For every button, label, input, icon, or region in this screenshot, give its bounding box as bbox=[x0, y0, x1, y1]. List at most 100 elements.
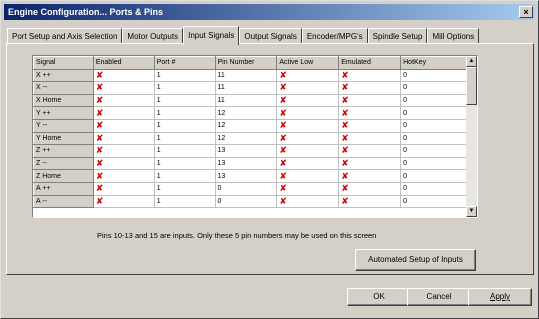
col-header-pin-number[interactable]: Pin Number bbox=[214, 56, 278, 70]
cell-enabled[interactable]: ✘ bbox=[92, 118, 155, 133]
tab-spindle-setup[interactable]: Spindle Setup bbox=[367, 28, 428, 44]
cell-pin-number[interactable]: 0 bbox=[214, 194, 278, 209]
cell-active-low[interactable]: ✘ bbox=[276, 106, 340, 120]
cell-port[interactable]: 1 bbox=[153, 131, 216, 146]
cell-enabled[interactable]: ✘ bbox=[92, 81, 155, 95]
tab-output-signals[interactable]: Output Signals bbox=[239, 28, 302, 44]
cell-emulated[interactable]: ✘ bbox=[338, 68, 402, 83]
cell-port[interactable]: 1 bbox=[153, 118, 216, 133]
cell-pin-number[interactable]: 11 bbox=[214, 93, 278, 108]
tab-mill-options[interactable]: Mill Options bbox=[427, 28, 480, 44]
cell-hotkey[interactable]: 0 bbox=[400, 93, 467, 108]
cell-signal[interactable]: Y ++ bbox=[33, 106, 94, 120]
cell-signal[interactable]: A -- bbox=[33, 194, 94, 209]
cell-active-low[interactable]: ✘ bbox=[276, 144, 340, 158]
cell-signal[interactable]: Y -- bbox=[33, 118, 94, 133]
cell-hotkey[interactable]: 0 bbox=[400, 156, 467, 171]
cell-port[interactable]: 1 bbox=[153, 68, 216, 83]
cell-hotkey[interactable]: 0 bbox=[400, 181, 467, 196]
cell-signal[interactable]: X ++ bbox=[33, 68, 94, 83]
col-header-port[interactable]: Port # bbox=[153, 56, 216, 70]
cell-port[interactable]: 1 bbox=[153, 106, 216, 120]
title-bar[interactable]: Engine Configuration... Ports & Pins × bbox=[4, 4, 535, 20]
cell-signal[interactable]: Z Home bbox=[33, 169, 94, 183]
cell-port[interactable]: 1 bbox=[153, 156, 216, 171]
cell-signal[interactable]: Y Home bbox=[33, 131, 94, 146]
cell-emulated[interactable]: ✘ bbox=[338, 194, 402, 209]
cell-enabled[interactable]: ✘ bbox=[92, 194, 155, 209]
cell-port[interactable]: 1 bbox=[153, 81, 216, 95]
cell-pin-number[interactable]: 12 bbox=[214, 131, 278, 146]
cell-active-low[interactable]: ✘ bbox=[276, 68, 340, 83]
ok-button[interactable]: OK bbox=[347, 288, 411, 306]
col-header-active-low[interactable]: Active Low bbox=[276, 56, 340, 70]
cell-emulated[interactable]: ✘ bbox=[338, 181, 402, 196]
cell-active-low[interactable]: ✘ bbox=[276, 131, 340, 146]
cell-emulated[interactable]: ✘ bbox=[338, 156, 402, 171]
cell-pin-number[interactable]: 12 bbox=[214, 106, 278, 120]
col-header-signal[interactable]: Signal bbox=[33, 56, 94, 70]
tab-port-setup[interactable]: Port Setup and Axis Selection bbox=[7, 28, 123, 44]
cell-pin-number[interactable]: 13 bbox=[214, 169, 278, 183]
scroll-up-icon[interactable]: ▲ bbox=[466, 56, 477, 67]
vertical-scrollbar[interactable]: ▲ ▼ bbox=[466, 56, 477, 217]
cell-active-low[interactable]: ✘ bbox=[276, 118, 340, 133]
cell-active-low[interactable]: ✘ bbox=[276, 181, 340, 196]
cell-signal[interactable]: Z -- bbox=[33, 156, 94, 171]
col-header-hotkey[interactable]: HotKey bbox=[400, 56, 467, 70]
scroll-thumb[interactable] bbox=[466, 67, 477, 105]
tab-input-signals[interactable]: Input Signals bbox=[183, 26, 240, 45]
cell-enabled[interactable]: ✘ bbox=[92, 93, 155, 108]
cell-active-low[interactable]: ✘ bbox=[276, 93, 340, 108]
col-header-emulated[interactable]: Emulated bbox=[338, 56, 402, 70]
cell-emulated[interactable]: ✘ bbox=[338, 144, 402, 158]
signals-grid[interactable]: Signal Enabled Port # Pin Number Active … bbox=[32, 55, 478, 218]
cell-active-low[interactable]: ✘ bbox=[276, 194, 340, 209]
cell-enabled[interactable]: ✘ bbox=[92, 106, 155, 120]
cell-pin-number[interactable]: 11 bbox=[214, 68, 278, 83]
cell-port[interactable]: 1 bbox=[153, 93, 216, 108]
cell-enabled[interactable]: ✘ bbox=[92, 144, 155, 158]
cell-emulated[interactable]: ✘ bbox=[338, 131, 402, 146]
cell-enabled[interactable]: ✘ bbox=[92, 169, 155, 183]
cell-pin-number[interactable]: 12 bbox=[214, 118, 278, 133]
cell-pin-number[interactable]: 0 bbox=[214, 181, 278, 196]
col-header-enabled[interactable]: Enabled bbox=[92, 56, 155, 70]
cell-enabled[interactable]: ✘ bbox=[92, 156, 155, 171]
cell-signal[interactable]: X Home bbox=[33, 93, 94, 108]
cell-port[interactable]: 1 bbox=[153, 169, 216, 183]
cell-hotkey[interactable]: 0 bbox=[400, 68, 467, 83]
cell-signal[interactable]: Z ++ bbox=[33, 144, 94, 158]
cell-active-low[interactable]: ✘ bbox=[276, 156, 340, 171]
cell-emulated[interactable]: ✘ bbox=[338, 81, 402, 95]
cell-hotkey[interactable]: 0 bbox=[400, 131, 467, 146]
automated-setup-button[interactable]: Automated Setup of Inputs bbox=[355, 249, 476, 271]
cell-pin-number[interactable]: 13 bbox=[214, 144, 278, 158]
cell-signal[interactable]: A ++ bbox=[33, 181, 94, 196]
apply-button[interactable]: Apply bbox=[468, 288, 532, 306]
cell-port[interactable]: 1 bbox=[153, 181, 216, 196]
cell-emulated[interactable]: ✘ bbox=[338, 93, 402, 108]
cell-enabled[interactable]: ✘ bbox=[92, 131, 155, 146]
cell-active-low[interactable]: ✘ bbox=[276, 81, 340, 95]
cell-enabled[interactable]: ✘ bbox=[92, 68, 155, 83]
cell-pin-number[interactable]: 13 bbox=[214, 156, 278, 171]
cell-hotkey[interactable]: 0 bbox=[400, 106, 467, 120]
cell-port[interactable]: 1 bbox=[153, 144, 216, 158]
cell-hotkey[interactable]: 0 bbox=[400, 118, 467, 133]
cell-emulated[interactable]: ✘ bbox=[338, 118, 402, 133]
cell-hotkey[interactable]: 0 bbox=[400, 169, 467, 183]
tab-encoder-mpg[interactable]: Encoder/MPG's bbox=[301, 28, 368, 44]
cell-port[interactable]: 1 bbox=[153, 194, 216, 209]
cell-signal[interactable]: X -- bbox=[33, 81, 94, 95]
cell-emulated[interactable]: ✘ bbox=[338, 106, 402, 120]
cell-enabled[interactable]: ✘ bbox=[92, 181, 155, 196]
cell-hotkey[interactable]: 0 bbox=[400, 81, 467, 95]
cell-hotkey[interactable]: 0 bbox=[400, 194, 467, 209]
cell-pin-number[interactable]: 11 bbox=[214, 81, 278, 95]
cancel-button[interactable]: Cancel bbox=[407, 288, 471, 306]
cell-emulated[interactable]: ✘ bbox=[338, 169, 402, 183]
cell-hotkey[interactable]: 0 bbox=[400, 144, 467, 158]
scroll-down-icon[interactable]: ▼ bbox=[466, 206, 477, 217]
cell-active-low[interactable]: ✘ bbox=[276, 169, 340, 183]
